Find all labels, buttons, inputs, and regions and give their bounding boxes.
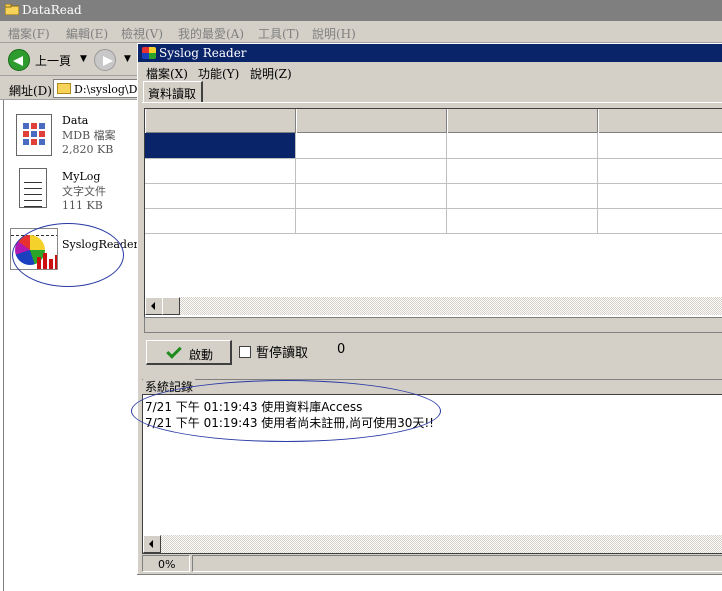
grid-horizontal-scrollbar[interactable] <box>145 297 722 315</box>
grid-column-header[interactable] <box>598 109 722 133</box>
grid-cell[interactable] <box>296 158 447 183</box>
tab-label: 資料讀取 <box>148 87 197 101</box>
grid-cell-selected[interactable] <box>145 133 296 158</box>
grid-footer-bar <box>144 317 722 333</box>
app-menu-bar: 檔案(X) 功能(Y) 說明(Z) <box>138 63 722 81</box>
grid-header <box>145 109 722 133</box>
scroll-left-icon[interactable] <box>143 535 161 553</box>
folder-icon <box>57 83 71 94</box>
explorer-menu-bar: 檔案(F) 編輯(E) 檢視(V) 我的最愛(A) 工具(T) 說明(H) <box>0 21 722 43</box>
forward-arrow-icon[interactable] <box>94 49 116 71</box>
grid-cell[interactable] <box>145 183 296 208</box>
explorer-menu-view[interactable]: 檢視(V) <box>121 25 163 42</box>
file-item-data[interactable]: Data MDB 檔案 2,820 KB <box>62 114 116 156</box>
tab-data-read[interactable]: 資料讀取 <box>143 81 203 102</box>
syslog-reader-window: Syslog Reader 檔案(X) 功能(Y) 說明(Z) 資料讀取 啟動 … <box>137 43 722 574</box>
grid-cell[interactable] <box>447 183 598 208</box>
grid-cell[interactable] <box>145 158 296 183</box>
status-bar: 0% <box>142 555 722 573</box>
folder-icon <box>4 3 20 16</box>
explorer-address-bar: 網址(D) D:\syslog\DataRead <box>0 76 143 100</box>
file-type: MDB 檔案 <box>62 129 116 142</box>
file-size: 2,820 KB <box>62 143 114 156</box>
grid-cell[interactable] <box>296 133 447 158</box>
start-button-label: 啟動 <box>189 348 214 362</box>
explorer-title-bar: DataRead <box>0 0 722 21</box>
explorer-menu-file[interactable]: 檔案(F) <box>8 25 50 42</box>
grid-column-header[interactable] <box>145 109 296 133</box>
checkmark-icon <box>166 343 182 359</box>
app-menu-function[interactable]: 功能(Y) <box>198 65 239 82</box>
grid-row[interactable] <box>145 133 722 159</box>
address-input[interactable]: D:\syslog\DataRead <box>53 79 143 98</box>
start-button[interactable]: 啟動 <box>146 340 232 365</box>
status-pane <box>192 555 722 572</box>
grid-row[interactable] <box>145 183 722 209</box>
file-size: 111 KB <box>62 199 103 212</box>
app-menu-help[interactable]: 說明(Z) <box>250 65 292 82</box>
explorer-title: DataRead <box>22 3 82 17</box>
explorer-menu-edit[interactable]: 編輯(E) <box>66 25 108 42</box>
explorer-menu-tools[interactable]: 工具(T) <box>258 25 299 42</box>
explorer-menu-favorites[interactable]: 我的最愛(A) <box>178 25 244 42</box>
grid-cell[interactable] <box>145 208 296 233</box>
log-horizontal-scrollbar[interactable] <box>143 535 722 553</box>
grid-cell[interactable] <box>296 208 447 233</box>
forward-dropdown-icon[interactable]: ▼ <box>124 54 131 64</box>
app-menu-file[interactable]: 檔案(X) <box>146 65 188 82</box>
grid-cell[interactable] <box>447 133 598 158</box>
window-bottom-edge <box>137 574 722 591</box>
grid-column-header[interactable] <box>447 109 598 133</box>
file-name: MyLog <box>62 170 101 183</box>
back-arrow-icon[interactable] <box>8 49 30 71</box>
status-pane-progress: 0% <box>142 555 190 572</box>
grid-cell[interactable] <box>296 183 447 208</box>
database-file-icon[interactable] <box>16 114 52 156</box>
address-value: D:\syslog\DataRead <box>74 83 142 96</box>
scroll-thumb[interactable] <box>162 297 180 315</box>
file-type: 文字文件 <box>62 185 106 198</box>
pause-checkbox[interactable] <box>239 346 251 358</box>
file-name: Data <box>62 114 89 127</box>
app-icon <box>142 47 156 59</box>
app-title: Syslog Reader <box>159 46 247 60</box>
grid-cell[interactable] <box>447 158 598 183</box>
file-item-mylog[interactable]: MyLog 文字文件 111 KB <box>62 170 106 212</box>
read-count: 0 <box>337 342 346 357</box>
grid-row[interactable] <box>145 158 722 184</box>
app-title-bar: Syslog Reader <box>138 44 722 62</box>
scroll-left-icon[interactable] <box>145 297 163 315</box>
grid-row[interactable] <box>145 208 722 234</box>
explorer-toolbar: 上一頁 ▼ ▼ <box>0 43 137 76</box>
annotation-ellipse <box>12 223 124 287</box>
back-dropdown-icon[interactable]: ▼ <box>80 54 87 64</box>
status-progress-text: 0% <box>158 558 176 571</box>
explorer-menu-help[interactable]: 說明(H) <box>312 25 356 42</box>
text-file-icon[interactable] <box>19 168 47 208</box>
grid-cell[interactable] <box>447 208 598 233</box>
pause-label[interactable]: 暫停讀取 <box>256 342 308 361</box>
data-grid[interactable] <box>144 108 722 319</box>
grid-column-header[interactable] <box>296 109 447 133</box>
back-button-label[interactable]: 上一頁 <box>35 52 71 69</box>
annotation-ellipse <box>131 380 441 442</box>
address-label: 網址(D) <box>9 84 52 98</box>
